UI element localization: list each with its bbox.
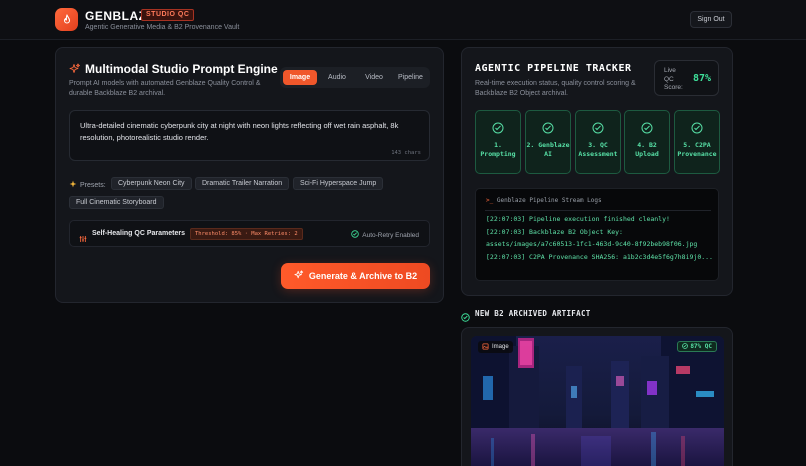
pipeline-step: 1. Prompting xyxy=(475,110,521,174)
tab-pipeline[interactable]: Pipeline xyxy=(393,70,428,85)
check-circle-icon xyxy=(351,230,360,240)
prompt-input[interactable]: Ultra-detailed cinematic cyberpunk city … xyxy=(69,110,430,161)
tracker-title: AGENTIC PIPELINE TRACKER xyxy=(475,63,632,74)
step-label: 2. Genblaze AI xyxy=(526,141,570,158)
image-icon xyxy=(482,343,489,352)
artifact-title: NEW B2 ARCHIVED ARTIFACT xyxy=(475,309,591,318)
qc-score-badge: 87% QC xyxy=(677,341,717,352)
preset-chip[interactable]: Sci-Fi Hyperspace Jump xyxy=(293,177,384,190)
studio-qc-badge: STUDIO QC xyxy=(141,9,195,21)
preset-chip[interactable]: Dramatic Trailer Narration xyxy=(195,177,290,190)
qc-title: Self-Healing QC Parameters xyxy=(92,230,185,237)
logs-header: >_ Genblaze Pipeline Stream Logs xyxy=(486,197,602,204)
check-circle-icon xyxy=(641,121,653,139)
step-label: 5. C2PA Provenance xyxy=(677,141,717,158)
preset-chip[interactable]: Full Cinematic Storyboard xyxy=(69,196,164,209)
studio-description: Prompt AI models with automated Genblaze… xyxy=(69,80,261,97)
sparkles-icon xyxy=(294,270,304,282)
pipeline-step: 3. QC Assessment xyxy=(575,110,621,174)
score-value: 87% xyxy=(693,73,712,84)
check-circle-icon xyxy=(492,121,504,139)
preset-chip[interactable]: Cyberpunk Neon City xyxy=(111,177,192,190)
generate-archive-button[interactable]: Generate & Archive to B2 xyxy=(281,263,430,289)
pipeline-step: 5. C2PA Provenance xyxy=(674,110,720,174)
auto-retry-status: Auto-Retry Enabled xyxy=(351,230,419,240)
shield-check-icon xyxy=(461,309,470,327)
brand-subtitle: Agentic Generative Media & B2 Provenance… xyxy=(85,24,240,31)
check-circle-icon xyxy=(542,121,554,139)
prompt-text: Ultra-detailed cinematic cyberpunk city … xyxy=(80,121,399,142)
log-line: [22:07:03] Pipeline execution finished c… xyxy=(486,215,670,223)
media-type-tabs: Image Audio Video Pipeline xyxy=(280,67,430,88)
tab-video[interactable]: Video xyxy=(357,70,391,85)
live-qc-score: Live QC Score: 87% xyxy=(654,60,719,96)
char-count: 143 chars xyxy=(391,150,421,156)
tab-image[interactable]: Image xyxy=(283,70,317,85)
score-label: Live QC Score: xyxy=(664,67,683,91)
log-line: [22:07:03] Backblaze B2 Object Key: asse… xyxy=(486,228,698,248)
media-type-badge: Image xyxy=(478,341,513,353)
step-label: 3. QC Assessment xyxy=(578,141,618,158)
artifact-image[interactable]: Image 87% QC xyxy=(471,336,724,466)
tab-audio[interactable]: Audio xyxy=(320,70,354,85)
sliders-icon xyxy=(79,230,87,248)
pipeline-step: 2. Genblaze AI xyxy=(525,110,571,174)
pipeline-log-console[interactable]: >_ Genblaze Pipeline Stream Logs [22:07:… xyxy=(475,188,719,281)
terminal-prompt-icon: >_ xyxy=(486,197,494,204)
studio-title: Multimodal Studio Prompt Engine xyxy=(85,62,278,76)
step-label: 4. B2 Upload xyxy=(635,141,659,158)
qc-parameters-panel[interactable]: Self-Healing QC Parameters Threshold: 85… xyxy=(69,220,430,247)
sparkle-icon xyxy=(69,180,77,190)
pipeline-step: 4. B2 Upload xyxy=(624,110,670,174)
presets-label: Presets: xyxy=(69,180,106,190)
logs-divider xyxy=(485,210,711,211)
sparkles-icon xyxy=(69,62,81,80)
step-label: 1. Prompting xyxy=(480,141,516,158)
log-line: [22:07:03] C2PA Provenance SHA256: a1b2c… xyxy=(486,253,713,261)
check-circle-icon xyxy=(691,121,703,139)
tracker-description: Real-time execution status, quality cont… xyxy=(475,80,636,97)
check-circle-icon xyxy=(682,342,689,351)
qc-params-badge: Threshold: 85% · Max Retries: 2 xyxy=(190,228,303,240)
sign-out-button[interactable]: Sign Out xyxy=(690,11,732,28)
app-header: GENBLAZE STUDIO QC Agentic Generative Me… xyxy=(0,0,806,40)
check-circle-icon xyxy=(592,121,604,139)
flame-logo-icon xyxy=(55,8,78,31)
cyberpunk-city-image xyxy=(471,336,724,466)
